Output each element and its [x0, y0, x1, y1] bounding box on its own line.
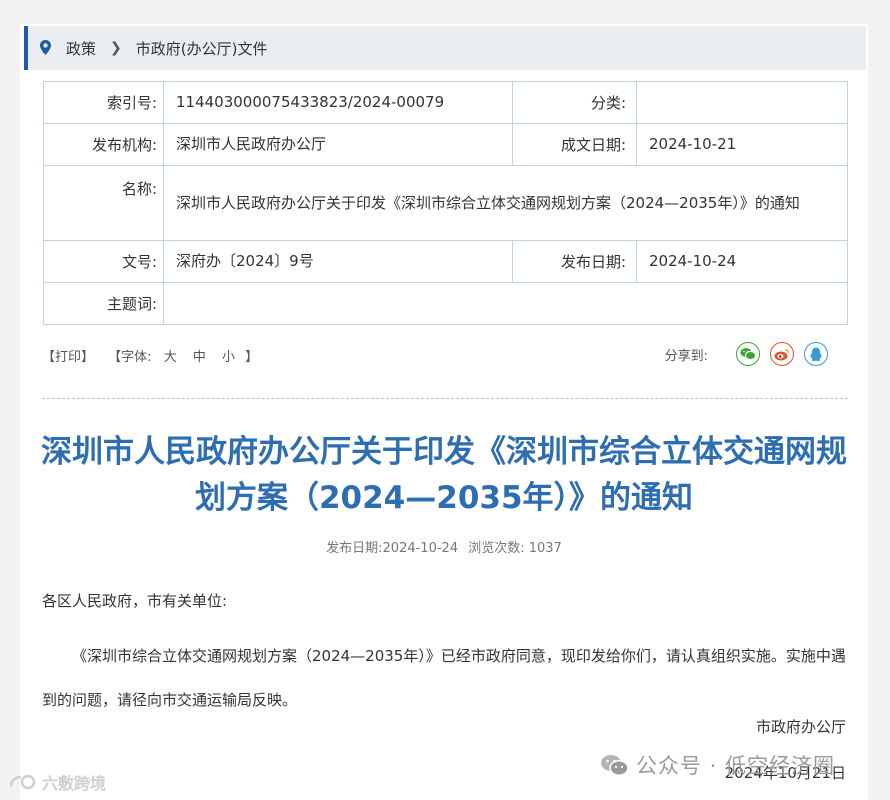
chevron-right-icon: ❯ — [110, 40, 122, 56]
article-paragraph: 《深圳市综合立体交通网规划方案（2024—2035年）》已经市政府同意，现印发给… — [42, 647, 846, 709]
wechat-watermark-text: 公众号 · 低空经济圈 — [636, 754, 836, 778]
font-size-suffix: 】 — [245, 350, 259, 365]
corner-watermark: 六敷跨境 — [8, 770, 106, 794]
article-salutation: 各区人民政府，市有关单位: — [42, 592, 228, 610]
publisher-value: 深圳市人民政府办公厅 — [163, 123, 513, 166]
breadcrumb: 政策 ❯ 市政府(办公厅)文件 — [24, 26, 866, 70]
share-label: 分享到: — [664, 348, 708, 364]
font-size-controls: 【字体: 大 中 小 】 — [108, 350, 260, 365]
keywords-label: 主题词: — [43, 282, 164, 325]
doc-number-label: 文号: — [43, 240, 164, 283]
corner-logo-icon — [8, 773, 38, 791]
share-bar: 分享到: — [665, 342, 828, 366]
publish-date-label: 发布日期: — [512, 240, 637, 283]
font-size-prefix: 【字体: — [108, 350, 152, 365]
article-meta: 发布日期:2024-10-24 浏览次数: 1037 — [20, 537, 868, 556]
category-value — [636, 81, 848, 124]
weibo-share-icon[interactable] — [770, 342, 794, 366]
written-date-label: 成文日期: — [512, 123, 637, 166]
index-label: 索引号: — [43, 81, 164, 124]
publish-date-value: 2024-10-24 — [636, 240, 848, 283]
qq-share-icon[interactable] — [804, 342, 828, 366]
breadcrumb-current-link[interactable]: 市政府(办公厅)文件 — [136, 38, 268, 59]
document-info-table: 索引号: 114403000075433823/2024-00079 分类: 发… — [43, 81, 848, 325]
written-date-value: 2024-10-21 — [636, 123, 848, 166]
tools-bar: 【打印】 【字体: 大 中 小 】 — [42, 346, 262, 365]
location-pin-icon — [40, 40, 54, 56]
font-small-button[interactable]: 小 — [222, 350, 235, 365]
article-signature: 市政府办公厅 — [755, 718, 846, 736]
wechat-watermark: 公众号 · 低空经济圈 — [600, 750, 835, 780]
index-value: 114403000075433823/2024-00079 — [163, 81, 513, 124]
doc-number-value: 深府办〔2024〕9号 — [163, 240, 513, 283]
font-medium-button[interactable]: 中 — [193, 350, 206, 365]
dashed-divider — [42, 398, 848, 399]
breadcrumb-policy-link[interactable]: 政策 — [66, 38, 96, 59]
corner-watermark-text: 六敷跨境 — [42, 774, 107, 793]
wechat-logo-icon — [600, 753, 630, 777]
name-label: 名称: — [43, 165, 164, 241]
page-content: 政策 ❯ 市政府(办公厅)文件 索引号: 114403000075433823/… — [20, 24, 868, 800]
category-label: 分类: — [512, 81, 637, 124]
article-view-count: 浏览次数: 1037 — [468, 541, 562, 556]
publisher-label: 发布机构: — [43, 123, 164, 166]
wechat-share-icon[interactable] — [736, 342, 760, 366]
print-button[interactable]: 【打印】 — [42, 350, 94, 365]
article-title: 深圳市人民政府办公厅关于印发《深圳市综合立体交通网规划方案（2024—2035年… — [41, 434, 847, 516]
font-large-button[interactable]: 大 — [164, 350, 177, 365]
name-value: 深圳市人民政府办公厅关于印发《深圳市综合立体交通网规划方案（2024—2035年… — [163, 165, 848, 241]
keywords-value — [163, 282, 848, 325]
article-publish-date: 发布日期:2024-10-24 — [326, 541, 459, 556]
